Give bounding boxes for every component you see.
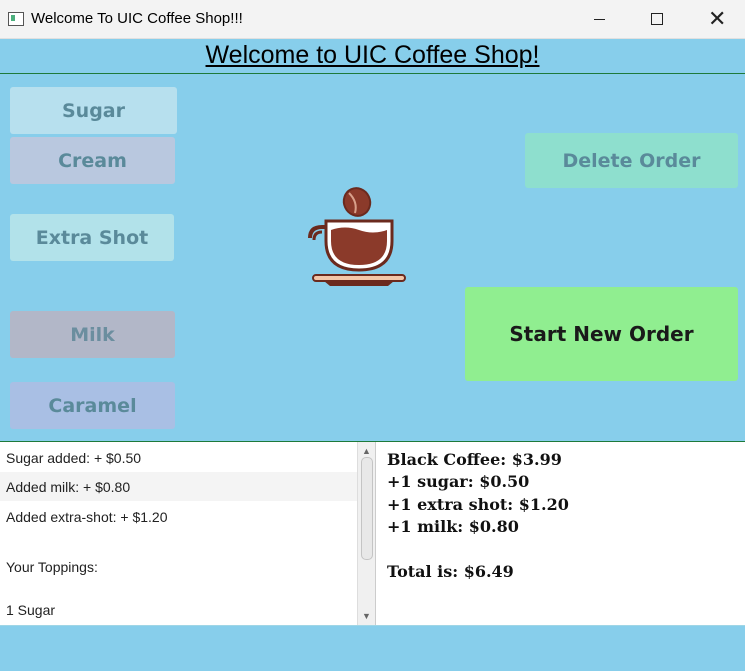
receipt-total: Total is: $6.49 [387, 562, 514, 581]
window-title: Welcome To UIC Coffee Shop!!! [31, 10, 243, 27]
title-bar: Welcome To UIC Coffee Shop!!! ✕ [0, 0, 745, 39]
delete-order-button[interactable]: Delete Order [525, 133, 738, 188]
app-icon [8, 12, 24, 26]
header: Welcome to UIC Coffee Shop! [0, 38, 745, 74]
list-item[interactable]: Your Toppings: [0, 552, 357, 581]
page-title: Welcome to UIC Coffee Shop! [205, 41, 540, 69]
scroll-up-icon[interactable]: ▲ [358, 444, 375, 458]
receipt-line: +1 extra shot: $1.20 [387, 495, 569, 514]
receipt-line: +1 milk: $0.80 [387, 517, 519, 536]
receipt-line: +1 sugar: $0.50 [387, 472, 530, 491]
scroll-down-icon[interactable]: ▼ [358, 609, 375, 623]
log-scrollbar[interactable]: ▲ ▼ [357, 442, 375, 625]
sugar-button[interactable]: Sugar [10, 87, 177, 134]
milk-button[interactable]: Milk [10, 311, 175, 358]
start-new-order-button[interactable]: Start New Order [465, 287, 738, 381]
bottom-bar [0, 625, 745, 671]
close-icon: ✕ [708, 6, 727, 31]
list-item[interactable]: Added extra-shot: + $1.20 [0, 502, 357, 531]
list-item[interactable]: Sugar added: + $0.50 [0, 443, 357, 472]
list-item[interactable]: Added milk: + $0.80 [0, 472, 357, 501]
extra-shot-button[interactable]: Extra Shot [10, 214, 174, 261]
order-log-list[interactable]: Sugar added: + $0.50 Added milk: + $0.80… [0, 442, 357, 625]
cream-button[interactable]: Cream [10, 137, 175, 184]
minimize-icon [594, 19, 605, 20]
minimize-button[interactable] [570, 0, 628, 38]
maximize-icon [651, 13, 663, 25]
coffee-cup-icon [300, 185, 410, 290]
receipt-panel: Black Coffee: $3.99 +1 sugar: $0.50 +1 e… [375, 442, 745, 625]
receipt-line: Black Coffee: $3.99 [387, 450, 562, 469]
scrollbar-thumb[interactable] [361, 457, 373, 560]
maximize-button[interactable] [628, 0, 686, 38]
list-item[interactable]: 1 Sugar [0, 595, 357, 624]
caramel-button[interactable]: Caramel [10, 382, 175, 429]
close-button[interactable]: ✕ [686, 0, 744, 38]
